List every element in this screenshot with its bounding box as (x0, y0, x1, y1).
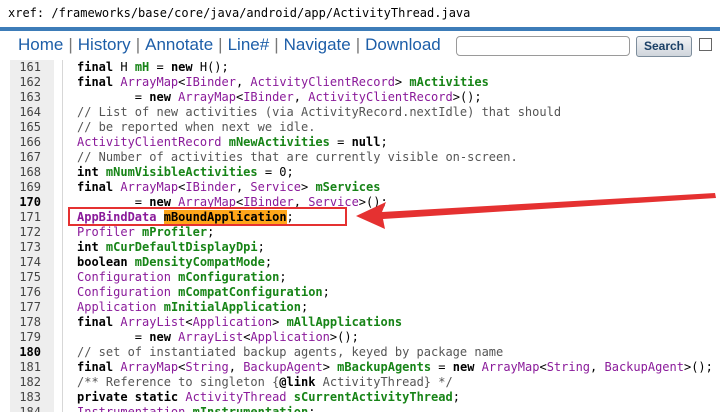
code-line: 177 Application mInitialApplication; (0, 300, 720, 315)
code-line: 173 int mCurDefaultDisplayDpi; (0, 240, 720, 255)
line-number[interactable]: 166 (10, 135, 41, 150)
line-number[interactable]: 163 (10, 90, 41, 105)
code-line: 162 final ArrayMap<IBinder, ActivityClien… (0, 75, 720, 90)
code-line: 166 ActivityClientRecord mNewActivities =… (0, 135, 720, 150)
code-text: = new ArrayList<Application>(); (77, 330, 359, 344)
line-number[interactable]: 178 (10, 315, 41, 330)
line-number[interactable]: 174 (10, 255, 41, 270)
highlight-annotation-box (68, 207, 347, 226)
nav-separator: | (274, 35, 279, 54)
search-option-checkbox[interactable] (699, 38, 712, 51)
code-text: int mCurDefaultDisplayDpi; (77, 240, 265, 254)
code-line: 176 Configuration mCompatConfiguration; (0, 285, 720, 300)
nav-download-link[interactable]: Download (365, 35, 441, 54)
code-comment: // set of instantiated backup agents, ke… (77, 345, 504, 359)
code-comment: // List of new activities (via ActivityR… (77, 105, 562, 119)
search-input[interactable] (456, 36, 630, 56)
nav-links: Home | History | Annotate | Line# | Navigate | Dow… (18, 35, 441, 55)
nav-line-number-link[interactable]: Line# (228, 35, 270, 54)
code-text: final ArrayMap<IBinder, Service> mServic… (77, 180, 381, 194)
code-text: Configuration mConfiguration; (77, 270, 287, 284)
code-line: 167 // Number of activities that are curr… (0, 150, 720, 165)
line-number[interactable]: 171 (10, 210, 41, 225)
code-line: 164 // List of new activities (via Activi… (0, 105, 720, 120)
annotation-arrow-icon (356, 193, 716, 229)
code-text: Profiler mProfiler; (77, 225, 215, 239)
code-text: ActivityClientRecord mNewActivities = nu… (77, 135, 388, 149)
code-text: final ArrayMap<IBinder, ActivityClientRe… (77, 75, 489, 89)
line-number[interactable]: 170 (10, 195, 41, 210)
code-line: 179 = new ArrayList<Application>(); (0, 330, 720, 345)
code-line: 174 boolean mDensityCompatMode; (0, 255, 720, 270)
line-number[interactable]: 179 (10, 330, 41, 345)
line-number[interactable]: 168 (10, 165, 41, 180)
code-text: boolean mDensityCompatMode; (77, 255, 273, 269)
nav-separator: | (68, 35, 73, 54)
line-number[interactable]: 181 (10, 360, 41, 375)
source-code-view: 161 final H mH = new H(); 162 final ArrayM… (0, 60, 720, 412)
code-comment: /** Reference to singleton {@link Activi… (77, 375, 453, 389)
code-line: 168 int mNumVisibleActivities = 0; (0, 165, 720, 180)
search-button[interactable]: Search (636, 36, 692, 57)
nav-separator: | (218, 35, 223, 54)
line-number[interactable]: 161 (10, 60, 41, 75)
navigation-bar: Home | History | Annotate | Line# | Navigate | Dow… (0, 31, 720, 60)
line-number[interactable]: 162 (10, 75, 41, 90)
code-line: 161 final H mH = new H(); (0, 60, 720, 75)
code-text: final H mH = new H(); (77, 60, 229, 74)
line-number[interactable]: 175 (10, 270, 41, 285)
nav-history-link[interactable]: History (78, 35, 131, 54)
code-text: Instrumentation mInstrumentation; (77, 405, 316, 412)
code-line: 175 Configuration mConfiguration; (0, 270, 720, 285)
line-number[interactable]: 173 (10, 240, 41, 255)
line-number[interactable]: 184 (10, 405, 41, 412)
line-number[interactable]: 177 (10, 300, 41, 315)
code-comment: // be reported when next we idle. (77, 120, 316, 134)
line-number[interactable]: 176 (10, 285, 41, 300)
code-line: 184 Instrumentation mInstrumentation; (0, 405, 720, 412)
xref-path-bar: xref: /frameworks/base/core/java/android… (0, 0, 720, 27)
line-number[interactable]: 164 (10, 105, 41, 120)
code-line: 165 // be reported when next we idle. (0, 120, 720, 135)
line-number[interactable]: 167 (10, 150, 41, 165)
code-line: 163 = new ArrayMap<IBinder, ActivityClie… (0, 90, 720, 105)
code-line: 181 final ArrayMap<String, BackupAgent> m… (0, 360, 720, 375)
xref-path: xref: /frameworks/base/core/java/android… (8, 6, 471, 20)
code-text: Configuration mCompatConfiguration; (77, 285, 330, 299)
code-text: final ArrayList<Application> mAllApplica… (77, 315, 403, 329)
code-text: private static ActivityThread sCurrentAc… (77, 390, 460, 404)
code-line: 180 // set of instantiated backup agents,… (0, 345, 720, 360)
nav-navigate-link[interactable]: Navigate (284, 35, 351, 54)
nav-home-link[interactable]: Home (18, 35, 63, 54)
code-line: 178 final ArrayList<Application> mAllAppl… (0, 315, 720, 330)
nav-separator: | (135, 35, 141, 54)
line-number[interactable]: 182 (10, 375, 41, 390)
line-number[interactable]: 165 (10, 120, 41, 135)
code-text: Application mInitialApplication; (77, 300, 309, 314)
code-text: final ArrayMap<String, BackupAgent> mBac… (77, 360, 713, 374)
code-text: int mNumVisibleActivities = 0; (77, 165, 294, 179)
code-line: 183 private static ActivityThread sCurren… (0, 390, 720, 405)
code-comment: // Number of activities that are current… (77, 150, 518, 164)
line-number[interactable]: 169 (10, 180, 41, 195)
code-line: 182 /** Reference to singleton {@link Act… (0, 375, 720, 390)
nav-separator: | (355, 35, 361, 54)
line-number[interactable]: 180 (10, 345, 41, 360)
line-number[interactable]: 172 (10, 225, 41, 240)
line-number[interactable]: 183 (10, 390, 41, 405)
code-text: = new ArrayMap<IBinder, ActivityClientRe… (77, 90, 482, 104)
nav-annotate-link[interactable]: Annotate (145, 35, 213, 54)
